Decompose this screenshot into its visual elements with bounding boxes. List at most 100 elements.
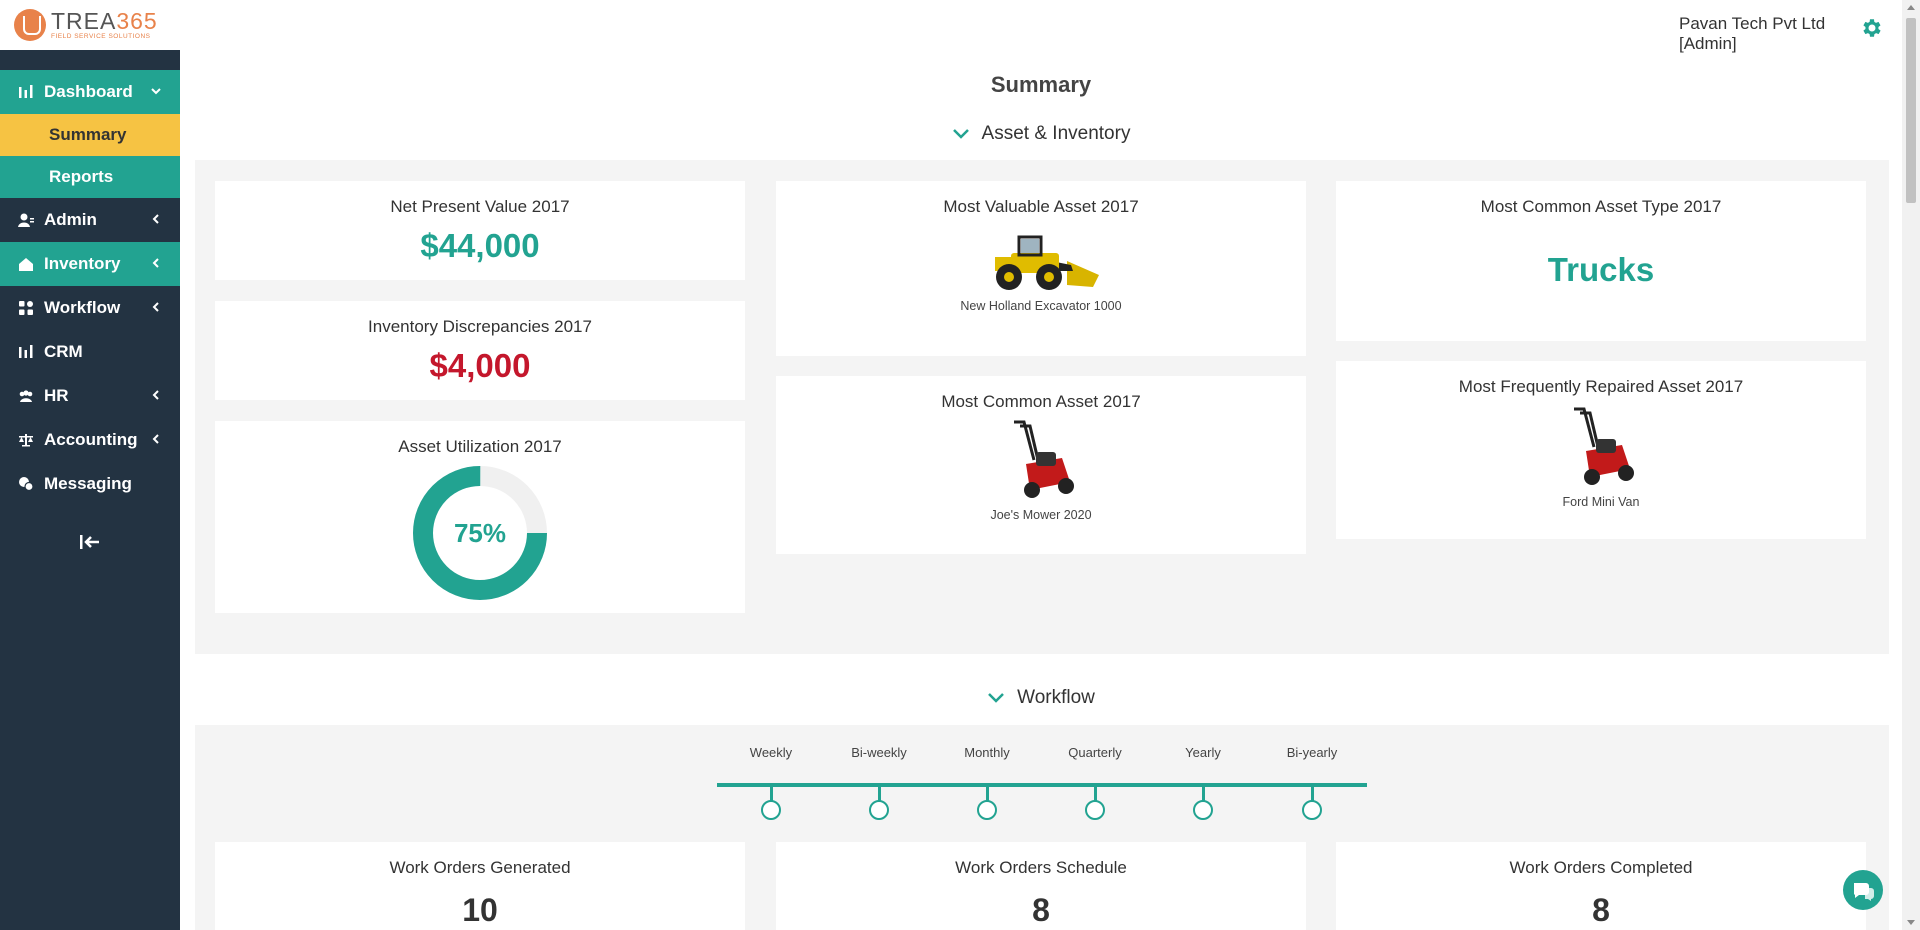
asset-caption: New Holland Excavator 1000 (960, 299, 1122, 313)
card-title: Most Common Asset Type 2017 (1480, 197, 1722, 216)
logo-icon (14, 9, 46, 41)
card-title: Net Present Value 2017 (390, 197, 570, 216)
period-quarterly[interactable]: Quarterly (1055, 745, 1135, 820)
gear-icon[interactable] (1860, 16, 1884, 40)
utilization-percent: 75% (453, 518, 507, 548)
scroll-down-arrow[interactable] (1907, 920, 1915, 925)
chat-icon (1854, 883, 1874, 901)
workflow-header[interactable]: Workflow (180, 687, 1902, 709)
sidebar-item-label: Accounting (44, 430, 138, 449)
section-title: Asset & Inventory (981, 123, 1131, 144)
period-bi-yearly[interactable]: Bi-yearly (1272, 745, 1352, 820)
period-label: Quarterly (1068, 745, 1122, 760)
work-orders-schedule-value: 8 (1032, 892, 1050, 928)
period-radio[interactable] (1302, 800, 1322, 820)
asset-caption: Ford Mini Van (1562, 495, 1640, 509)
net-present-value-card: Net Present Value 2017 $44,000 (215, 181, 745, 280)
card-title: Work Orders Generated (389, 858, 571, 877)
chevron-down-icon (952, 129, 969, 139)
sidebar: Dashboard Summary Reports Admin Inventor… (0, 50, 180, 930)
sidebar-item-workflow[interactable]: Workflow (0, 286, 180, 330)
card-title: Inventory Discrepancies 2017 (368, 317, 592, 336)
most-common-asset-type: Trucks (1547, 251, 1655, 288)
chevron-down-icon (151, 88, 161, 95)
company-name: Pavan Tech Pvt Ltd (1679, 14, 1826, 33)
period-label: Bi-yearly (1286, 745, 1338, 760)
main-content: Summary Asset & Inventory Net Present Va… (180, 50, 1902, 930)
card-title: Work Orders Completed (1509, 858, 1693, 877)
most-repaired-asset-card: Most Frequently Repaired Asset 2017 Ford… (1336, 361, 1866, 539)
sidebar-item-crm[interactable]: CRM (0, 330, 180, 374)
card-title: Most Common Asset 2017 (941, 392, 1141, 411)
sidebar-item-messaging[interactable]: Messaging (0, 462, 180, 506)
most-common-asset-type-card: Most Common Asset Type 2017 Trucks (1336, 181, 1866, 341)
user-icon (18, 213, 34, 227)
period-weekly[interactable]: Weekly (731, 745, 811, 820)
bar-chart-icon (19, 345, 33, 358)
inventory-discrepancies-card: Inventory Discrepancies 2017 $4,000 (215, 301, 745, 400)
work-orders-generated-card: Work Orders Generated 10 (215, 842, 745, 930)
sidebar-item-label: CRM (44, 342, 83, 361)
card-title: Asset Utilization 2017 (398, 437, 562, 456)
sidebar-item-label: Workflow (44, 298, 121, 317)
account-info[interactable]: Pavan Tech Pvt Ltd [Admin] (1679, 14, 1825, 54)
period-radio[interactable] (1085, 800, 1105, 820)
trea365-logo[interactable]: TREA365 FIELD SERVICE SOLUTIONS (14, 8, 158, 42)
period-monthly[interactable]: Monthly (947, 745, 1027, 820)
asset-caption: Joe's Mower 2020 (990, 508, 1092, 522)
period-radio[interactable] (761, 800, 781, 820)
chevron-left-icon (152, 214, 159, 224)
period-radio[interactable] (1193, 800, 1213, 820)
sidebar-item-label: HR (44, 386, 69, 405)
work-orders-completed-value: 8 (1592, 892, 1610, 928)
period-yearly[interactable]: Yearly (1163, 745, 1243, 820)
section-title: Workflow (1017, 687, 1095, 708)
period-timeline: Weekly Bi-weekly Monthly Quarterly Yearl… (717, 745, 1367, 820)
timeline-track (717, 783, 1367, 787)
sidebar-item-label: Inventory (44, 254, 121, 273)
most-common-asset-card: Most Common Asset 2017 Joe's Mower 2020 (776, 376, 1306, 554)
balance-icon (19, 434, 33, 447)
chevron-down-icon (988, 693, 1004, 703)
most-valuable-asset-card: Most Valuable Asset 2017 New Holland Exc… (776, 181, 1306, 356)
net-present-value: $44,000 (420, 227, 540, 264)
sidebar-item-label: Dashboard (44, 82, 133, 101)
top-header: TREA365 FIELD SERVICE SOLUTIONS Pavan Te… (0, 0, 1920, 53)
period-bi-weekly[interactable]: Bi-weekly (839, 745, 919, 820)
sidebar-item-label: Messaging (44, 474, 132, 493)
utilization-donut: 75% (410, 463, 550, 603)
collapse-sidebar-icon[interactable] (78, 532, 102, 552)
period-radio[interactable] (977, 800, 997, 820)
chat-icon (19, 477, 34, 492)
card-title: Most Valuable Asset 2017 (943, 197, 1139, 216)
vertical-scrollbar[interactable] (1902, 0, 1920, 930)
lawn-mower-image (1014, 420, 1074, 498)
chat-support-button[interactable] (1843, 870, 1883, 910)
sidebar-item-hr[interactable]: HR (0, 374, 180, 418)
excavator-image (995, 235, 1099, 290)
lawn-mower-image (1574, 407, 1634, 485)
grid-icon (19, 301, 33, 315)
asset-inventory-header[interactable]: Asset & Inventory (180, 123, 1902, 145)
work-orders-completed-card: Work Orders Completed 8 (1336, 842, 1866, 930)
sidebar-item-accounting[interactable]: Accounting (0, 418, 180, 462)
sidebar-item-summary[interactable]: Summary (0, 114, 180, 156)
period-radio[interactable] (869, 800, 889, 820)
scroll-up-arrow[interactable] (1907, 5, 1915, 10)
inventory-discrepancies-value: $4,000 (429, 347, 531, 384)
sidebar-item-reports[interactable]: Reports (0, 156, 180, 198)
work-orders-generated-value: 10 (462, 892, 498, 928)
period-label: Bi-weekly (851, 745, 907, 760)
asset-utilization-card: Asset Utilization 2017 75% (215, 421, 745, 613)
sidebar-item-inventory[interactable]: Inventory (0, 242, 180, 286)
logo-tagline: FIELD SERVICE SOLUTIONS (51, 32, 151, 40)
scroll-thumb[interactable] (1906, 18, 1916, 203)
sidebar-item-dashboard[interactable]: Dashboard (0, 70, 180, 114)
period-label: Monthly (964, 745, 1010, 760)
period-label: Weekly (749, 745, 793, 760)
card-title: Most Frequently Repaired Asset 2017 (1458, 377, 1744, 396)
sidebar-item-label: Admin (44, 210, 97, 229)
card-title: Work Orders Schedule (955, 858, 1127, 877)
sidebar-item-admin[interactable]: Admin (0, 198, 180, 242)
people-icon (19, 390, 33, 402)
